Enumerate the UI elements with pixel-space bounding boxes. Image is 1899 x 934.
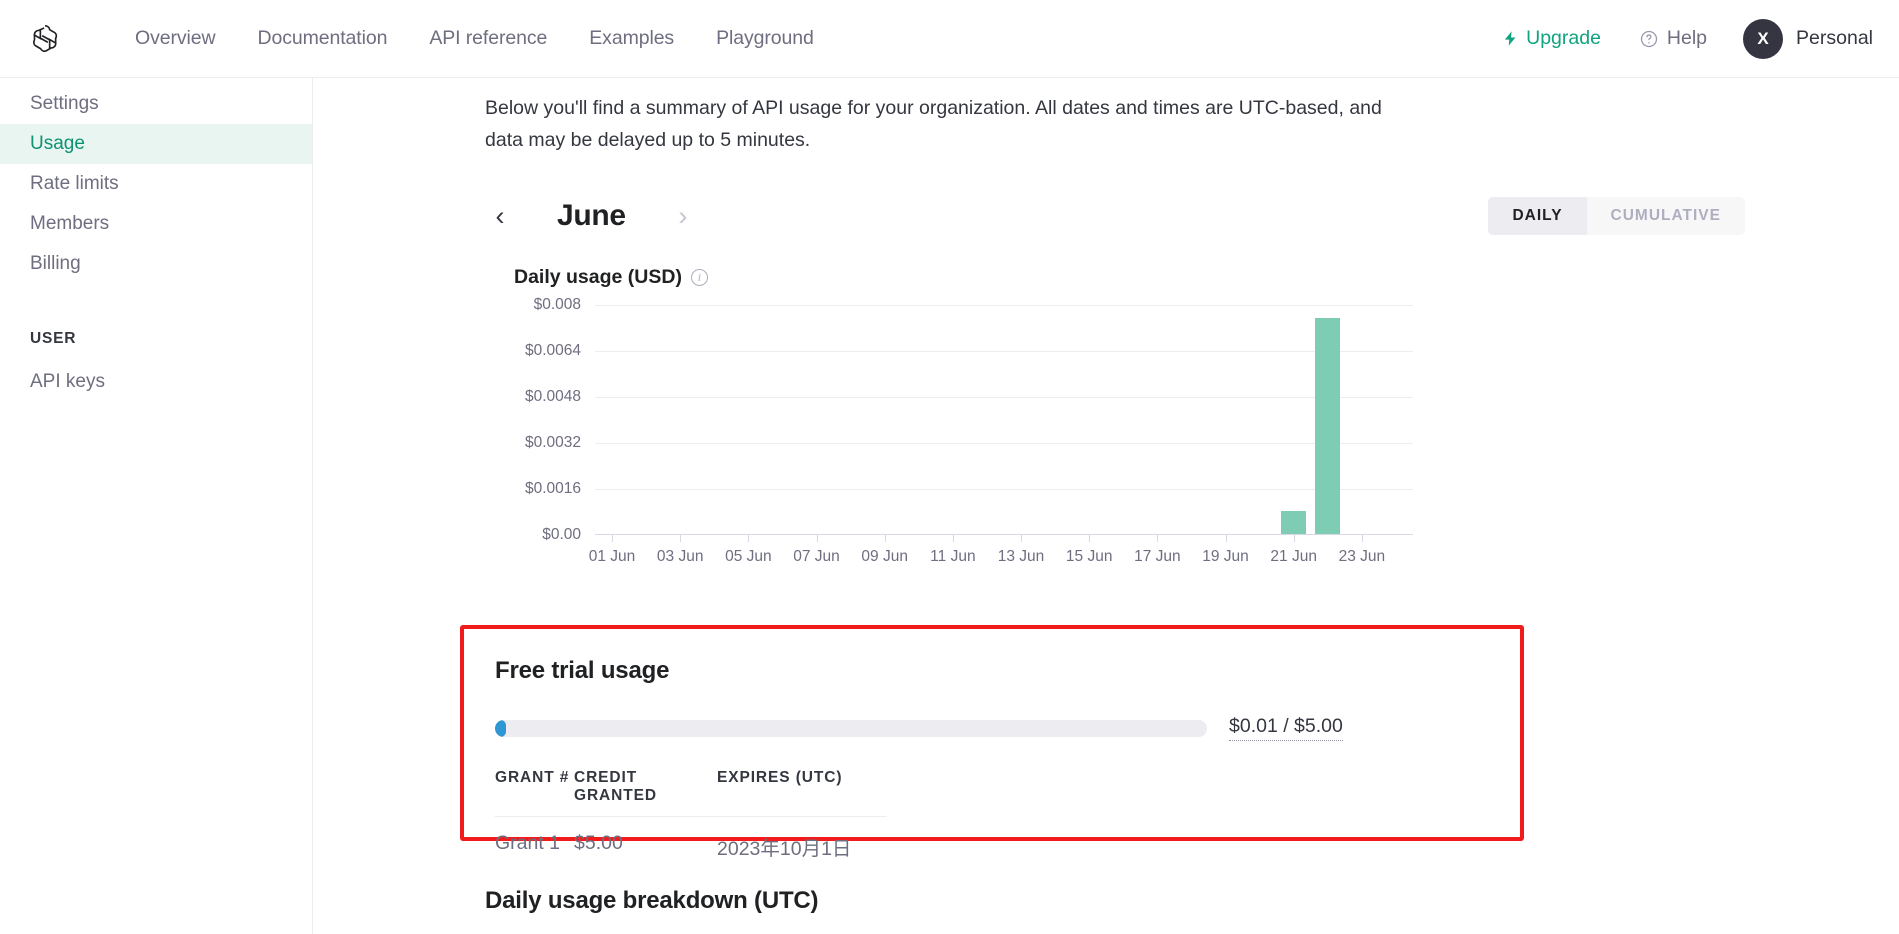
chart-x-tick [1021, 535, 1023, 542]
chart-x-tick [680, 535, 682, 542]
chart-x-tick [952, 535, 954, 542]
upgrade-button[interactable]: Upgrade [1488, 27, 1615, 50]
tab-daily[interactable]: DAILY [1488, 197, 1587, 235]
chart-x-axis-line [595, 534, 1413, 535]
chart-x-tick-label: 21 Jun [1270, 548, 1317, 565]
account-menu[interactable]: X Personal [1743, 18, 1873, 59]
sidebar-item-usage[interactable]: Usage [0, 124, 312, 164]
grant-table: GRANT # CREDIT GRANTED EXPIRES (UTC) Gra… [495, 769, 1520, 861]
nav-link-api-reference[interactable]: API reference [408, 27, 568, 50]
chart-y-tick-label: $0.00 [542, 526, 581, 543]
free-trial-title: Free trial usage [495, 657, 670, 684]
chart-x-tick [1157, 535, 1159, 542]
month-selector-row: ‹ June › DAILY CUMULATIVE [485, 194, 1745, 238]
chart-y-tick-label: $0.0016 [524, 480, 581, 497]
sidebar-item-api-keys[interactable]: API keys [0, 362, 312, 402]
chart-bar[interactable] [1281, 511, 1307, 534]
main-content: Below you'll find a summary of API usage… [313, 78, 1899, 934]
help-button[interactable]: Help [1625, 27, 1721, 50]
chevron-left-icon[interactable]: ‹ [485, 201, 515, 231]
chart-y-tick-label: $0.0032 [524, 434, 581, 451]
account-name: Personal [1796, 27, 1873, 49]
info-circle-icon[interactable]: i [690, 269, 708, 286]
view-mode-toggle: DAILY CUMULATIVE [1488, 197, 1745, 235]
chart-title: Daily usage (USD) [514, 266, 682, 288]
chevron-right-icon[interactable]: › [668, 201, 698, 231]
grant-table-header: GRANT # CREDIT GRANTED EXPIRES (UTC) [495, 769, 1520, 816]
main-nav: Overview Documentation API reference Exa… [114, 27, 835, 50]
chart-y-tick-label: $0.0064 [524, 342, 581, 359]
chart-gridline [595, 351, 1413, 352]
grant-cell-expires: 2023年10月1日 [717, 838, 852, 860]
sidebar-item-rate-limits[interactable]: Rate limits [0, 164, 312, 204]
chart-x-tick [816, 535, 818, 542]
nav-link-overview[interactable]: Overview [114, 27, 236, 50]
nav-link-examples[interactable]: Examples [568, 27, 695, 50]
chart-y-tick-label: $0.008 [533, 296, 581, 313]
chart-gridline [595, 305, 1413, 306]
breakdown-title: Daily usage breakdown (UTC) [485, 887, 819, 914]
nav-link-documentation[interactable]: Documentation [236, 27, 408, 50]
chart-x-tick [884, 535, 886, 542]
chart-gridline [595, 489, 1413, 490]
free-trial-progress-bar [495, 719, 1207, 737]
top-navigation-bar: Overview Documentation API reference Exa… [0, 0, 1899, 78]
sidebar-section-user: USER [30, 330, 77, 347]
chart-x-tick [1089, 535, 1091, 542]
openai-logo-icon[interactable] [26, 20, 64, 58]
chart-plot-area: 01 Jun 03 Jun 05 Jun 07 Jun 09 Jun 11 Jun 13 J… [589, 305, 1413, 565]
chart-y-tick-label: $0.0048 [524, 388, 581, 405]
month-label: June [557, 199, 626, 232]
grant-col-expires: EXPIRES (UTC) [717, 769, 843, 786]
chart-x-tick-label: 19 Jun [1202, 548, 1249, 565]
chart-x-tick [748, 535, 750, 542]
help-label: Help [1666, 27, 1708, 49]
chart-x-tick [1293, 535, 1295, 542]
chart-gridline [595, 397, 1413, 398]
chart-x-tick-label: 09 Jun [861, 548, 908, 565]
sidebar-item-members[interactable]: Members [0, 204, 312, 244]
usage-intro-text: Below you'll find a summary of API usage… [485, 97, 1382, 151]
chart-x-tick [1225, 535, 1227, 542]
free-trial-usage-amount: $0.01 / $5.00 [1229, 715, 1343, 741]
chart-x-tick-label: 05 Jun [725, 548, 772, 565]
grant-cell-number: Grant 1 [495, 832, 561, 854]
chart-y-axis: $0.00 $0.0016 $0.0032 $0.0048 $0.0064 $0.008 [485, 296, 581, 543]
chart-x-tick [612, 535, 614, 542]
free-trial-progress-fill [495, 719, 507, 737]
header-actions: Upgrade Help X Personal [1488, 18, 1873, 59]
daily-usage-chart: $0.00 $0.0016 $0.0032 $0.0048 $0.0064 $0.008 … [485, 296, 1745, 565]
table-row: Grant 1 $5.00 2023年10月1日 [495, 817, 1520, 861]
grant-col-credit-granted: CREDIT GRANTED [574, 769, 657, 804]
chart-x-tick-label: 07 Jun [793, 548, 840, 565]
chart-bar[interactable] [1315, 318, 1341, 534]
chart-x-tick-label: 23 Jun [1338, 548, 1386, 565]
chart-x-tick-label: 17 Jun [1134, 548, 1181, 565]
grant-col-grant-number: GRANT # [495, 769, 570, 786]
chart-x-tick-label: 01 Jun [588, 548, 636, 565]
upgrade-label: Upgrade [1526, 27, 1601, 49]
nav-link-playground[interactable]: Playground [695, 27, 835, 50]
avatar: X [1743, 18, 1784, 59]
chart-x-tick-label: 15 Jun [1065, 548, 1113, 565]
chart-x-tick-label: 03 Jun [656, 548, 704, 565]
lightning-bolt-icon [1504, 31, 1516, 46]
grant-cell-credit: $5.00 [574, 832, 623, 854]
sidebar-item-billing[interactable]: Billing [0, 244, 312, 284]
chart-x-tick [1361, 535, 1363, 542]
chart-header: Daily usage (USD) i [514, 266, 1899, 289]
question-circle-icon [1640, 30, 1658, 47]
free-trial-usage-card: Free trial usage $0.01 / $5.00 GRANT # C… [460, 625, 1524, 860]
chart-gridline [595, 443, 1413, 444]
chart-x-tick-label: 11 Jun [930, 548, 976, 565]
sidebar-item-settings[interactable]: Settings [0, 84, 312, 124]
tab-cumulative[interactable]: CUMULATIVE [1586, 197, 1745, 235]
free-trial-progress-row: $0.01 / $5.00 [495, 715, 1520, 741]
chart-x-tick-label: 13 Jun [997, 548, 1045, 565]
sidebar: Settings Usage Rate limits Members Billi… [0, 78, 313, 934]
